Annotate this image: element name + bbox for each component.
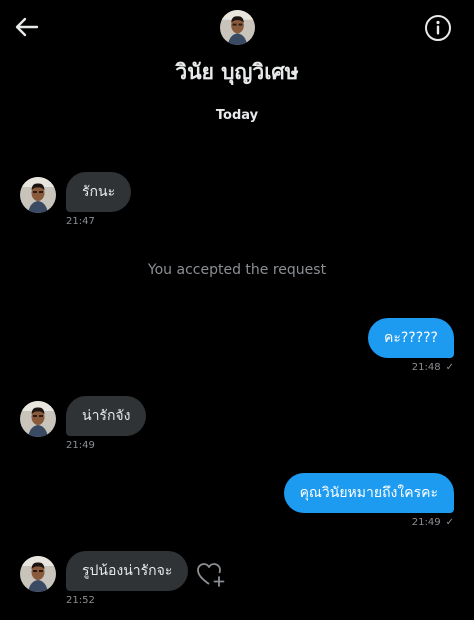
- system-note: You accepted the request: [147, 262, 327, 278]
- heart-add-icon: [197, 563, 225, 587]
- message-bubble-outgoing[interactable]: คะ?????: [367, 318, 454, 358]
- message-bubble-incoming[interactable]: รูปน้องน่ารักจะ: [66, 551, 189, 591]
- contact-photo: [220, 10, 255, 45]
- sent-check-icon: ✓: [445, 362, 454, 373]
- message-meta: 21:49 ✓: [412, 517, 454, 528]
- sender-avatar[interactable]: [20, 401, 56, 437]
- message-time: 21:49: [411, 517, 441, 528]
- message-meta: 21:48 ✓: [412, 362, 454, 373]
- contact-name[interactable]: วินัย บุญวิเศษ: [0, 56, 474, 89]
- date-separator: Today: [215, 108, 259, 123]
- info-icon: [425, 15, 451, 41]
- sender-avatar[interactable]: [20, 177, 56, 213]
- message-bubble-incoming[interactable]: น่ารักจัง: [66, 396, 147, 436]
- back-button[interactable]: [12, 12, 42, 42]
- arrow-left-icon: [15, 17, 39, 37]
- sent-check-icon: ✓: [445, 517, 454, 528]
- message-time: 21:49: [66, 440, 95, 451]
- message-bubble-incoming[interactable]: รักนะ: [66, 172, 132, 212]
- message-bubble-outgoing[interactable]: คุณวินัยหมายถึงใครคะ: [283, 473, 454, 513]
- sender-photo: [20, 401, 56, 437]
- info-button[interactable]: [424, 14, 452, 42]
- chat-header: วินัย บุญวิเศษ: [0, 0, 474, 100]
- message-time: 21:47: [66, 216, 95, 227]
- sender-photo: [20, 556, 56, 592]
- react-button[interactable]: [196, 561, 226, 589]
- contact-avatar[interactable]: [220, 10, 255, 45]
- sender-photo: [20, 177, 56, 213]
- message-time: 21:52: [66, 595, 95, 606]
- sender-avatar[interactable]: [20, 556, 56, 592]
- message-time: 21:48: [411, 362, 441, 373]
